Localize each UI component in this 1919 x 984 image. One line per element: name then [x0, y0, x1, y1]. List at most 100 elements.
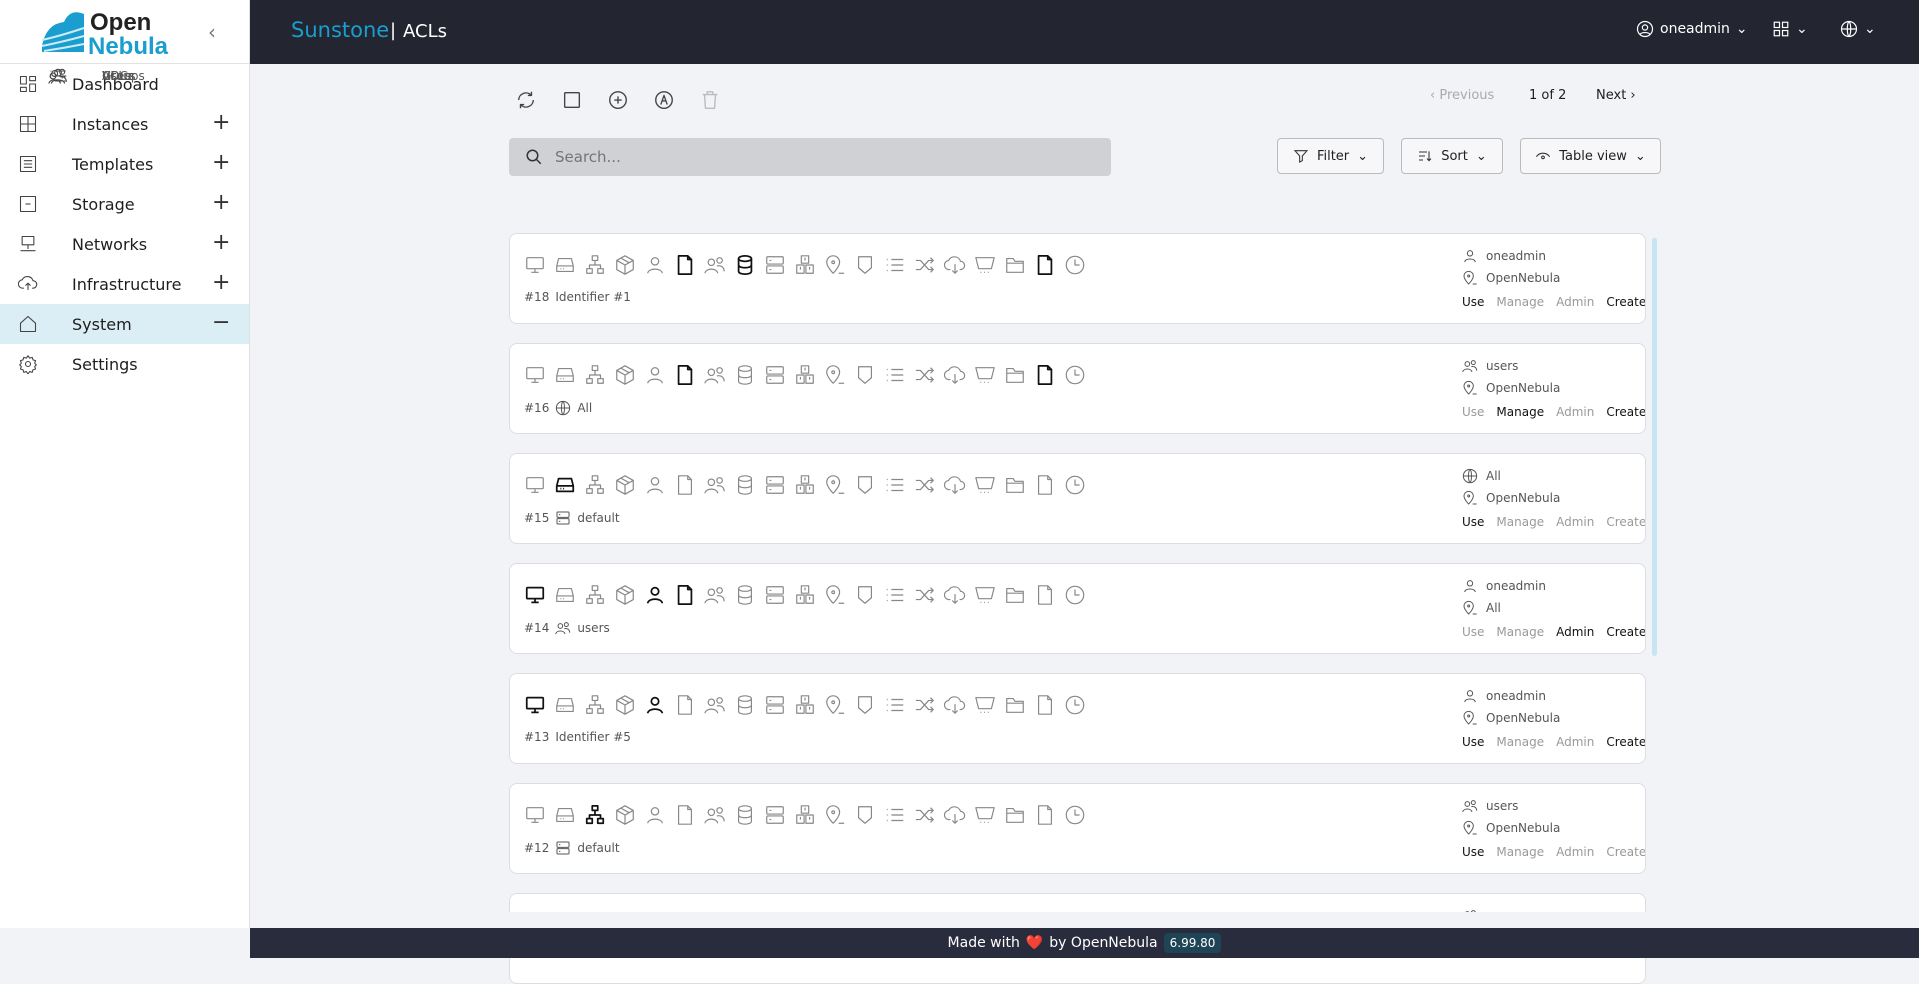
acl-subject-label: Identifier #5 [555, 730, 631, 744]
acl-id: #12 [524, 841, 550, 855]
security-group-icon [857, 256, 873, 274]
acl-user: All [1462, 468, 1501, 484]
search-input[interactable] [555, 148, 1075, 166]
marketplace-app-icon [944, 256, 966, 274]
expand-icon[interactable]: + [212, 150, 230, 175]
sort-button[interactable]: Sort ⌄ [1401, 138, 1503, 174]
right-use: Use [1462, 625, 1485, 639]
app-title: Sunstone [291, 18, 390, 42]
network-icon [586, 585, 604, 604]
host-icon [556, 807, 574, 823]
template-icon [677, 584, 693, 606]
expand-icon[interactable]: + [212, 270, 230, 295]
logo[interactable]: Open Nebula ‹ [0, 0, 249, 64]
add-icon [609, 91, 627, 109]
right-create: Create [1606, 845, 1646, 859]
backup-job-icon [1065, 475, 1085, 495]
vm-icon [526, 477, 544, 493]
right-admin: Admin [1556, 625, 1595, 639]
sidebar-item-templates[interactable]: Templates + [0, 144, 249, 184]
right-manage: Manage [1496, 515, 1545, 529]
storage-icon [19, 195, 37, 213]
vrouter-icon [915, 587, 934, 603]
document-icon [796, 585, 814, 604]
key-icon [49, 72, 67, 80]
image-icon [616, 475, 634, 495]
right-manage: Manage [1496, 625, 1545, 639]
right-manage: Manage [1496, 735, 1545, 749]
acl-card[interactable]: #14 users oneadmin All Use Manage Admin Crea… [509, 563, 1646, 654]
user-menu[interactable]: oneadmin ⌄ [1636, 20, 1748, 38]
acl-user-label: users [1486, 799, 1519, 813]
view-button[interactable]: Table view ⌄ [1520, 138, 1661, 174]
collapse-sidebar-button[interactable]: ‹ [208, 20, 216, 44]
user-icon [647, 477, 663, 494]
datastore-icon [737, 585, 753, 605]
sidebar-item-label: Storage [72, 194, 135, 214]
marketplace-app-icon [944, 366, 966, 384]
scrollbar[interactable] [1652, 238, 1657, 656]
right-use: Use [1462, 845, 1485, 859]
previous-label: Previous [1439, 88, 1495, 103]
create-from-string-button[interactable] [653, 89, 675, 111]
acl-zone-label: OpenNebula [1486, 821, 1561, 835]
sidebar-item-infrastructure[interactable]: Infrastructure + [0, 264, 249, 304]
group-icon [704, 367, 725, 384]
acl-user: oneadmin [1462, 688, 1546, 704]
top-bar: Sunstone | ACLs oneadmin ⌄ ⌄ ⌄ [250, 0, 1919, 64]
expand-icon[interactable]: + [212, 230, 230, 255]
sidebar-item-settings[interactable]: Settings [0, 344, 249, 384]
refresh-button[interactable] [515, 89, 537, 111]
collapse-icon[interactable]: − [212, 310, 230, 335]
nav-icon [18, 194, 38, 214]
page-title: ACLs [403, 21, 447, 42]
apps-menu[interactable]: ⌄ [1772, 20, 1808, 38]
acl-card[interactable]: #18 Identifier #1 oneadmin OpenNebula Use… [509, 233, 1646, 324]
cluster-icon [556, 841, 570, 855]
add-button[interactable] [607, 89, 629, 111]
next-page-button[interactable]: Next › [1596, 88, 1636, 103]
sidebar-item-networks[interactable]: Networks + [0, 224, 249, 264]
resource-icons [524, 694, 1086, 716]
acl-zone-label: All [1486, 601, 1501, 615]
template-icon [677, 364, 693, 386]
expand-icon[interactable]: + [212, 110, 230, 135]
acl-user: users [1462, 798, 1518, 814]
marketplace-app-icon [944, 806, 966, 824]
acl-subject-label: All [577, 401, 593, 415]
datastore-icon [737, 254, 753, 276]
user-icon [1464, 580, 1476, 593]
zone-icon [826, 695, 845, 714]
chevron-down-icon: ⌄ [1796, 21, 1808, 37]
acl-card[interactable]: #16 All users OpenNebula Use Manage Admin Cr… [509, 343, 1646, 434]
select-all-button[interactable] [561, 89, 583, 111]
datastore-icon [737, 475, 753, 495]
dashboard-icon [19, 75, 37, 93]
acl-card[interactable]: #15 default All OpenNebula Use Manage Admin… [509, 453, 1646, 544]
security-group-icon [857, 806, 873, 824]
document-icon [796, 255, 814, 274]
sidebar-item-storage[interactable]: Storage + [0, 184, 249, 224]
acl-card[interactable]: #13 Identifier #5 oneadmin OpenNebula Use… [509, 673, 1646, 764]
previous-page-button[interactable]: ‹ Previous [1430, 88, 1494, 103]
filter-icon [1293, 150, 1309, 163]
marketplace-app-icon [944, 476, 966, 494]
backup-job-icon [1065, 805, 1085, 825]
network-icon [586, 255, 604, 274]
language-menu[interactable]: ⌄ [1840, 20, 1876, 38]
expand-icon[interactable]: + [212, 190, 230, 215]
nav-icon [48, 66, 68, 86]
acl-card[interactable]: #12 default users OpenNebula Use Manage Adm… [509, 783, 1646, 874]
zone-icon [826, 365, 845, 384]
backup-icon [1006, 257, 1024, 273]
image-icon [616, 695, 634, 715]
sidebar-item-instances[interactable]: Instances + [0, 104, 249, 144]
zone-icon [826, 585, 845, 604]
filter-button[interactable]: Filter ⌄ [1277, 138, 1384, 174]
delete-button[interactable] [699, 89, 721, 111]
sidebar-item-label: Instances [72, 114, 149, 134]
marketplace-icon [975, 807, 995, 823]
acl-zone: All [1462, 600, 1501, 616]
sidebar-item-system[interactable]: System − [0, 304, 249, 344]
zone-icon [826, 805, 845, 824]
